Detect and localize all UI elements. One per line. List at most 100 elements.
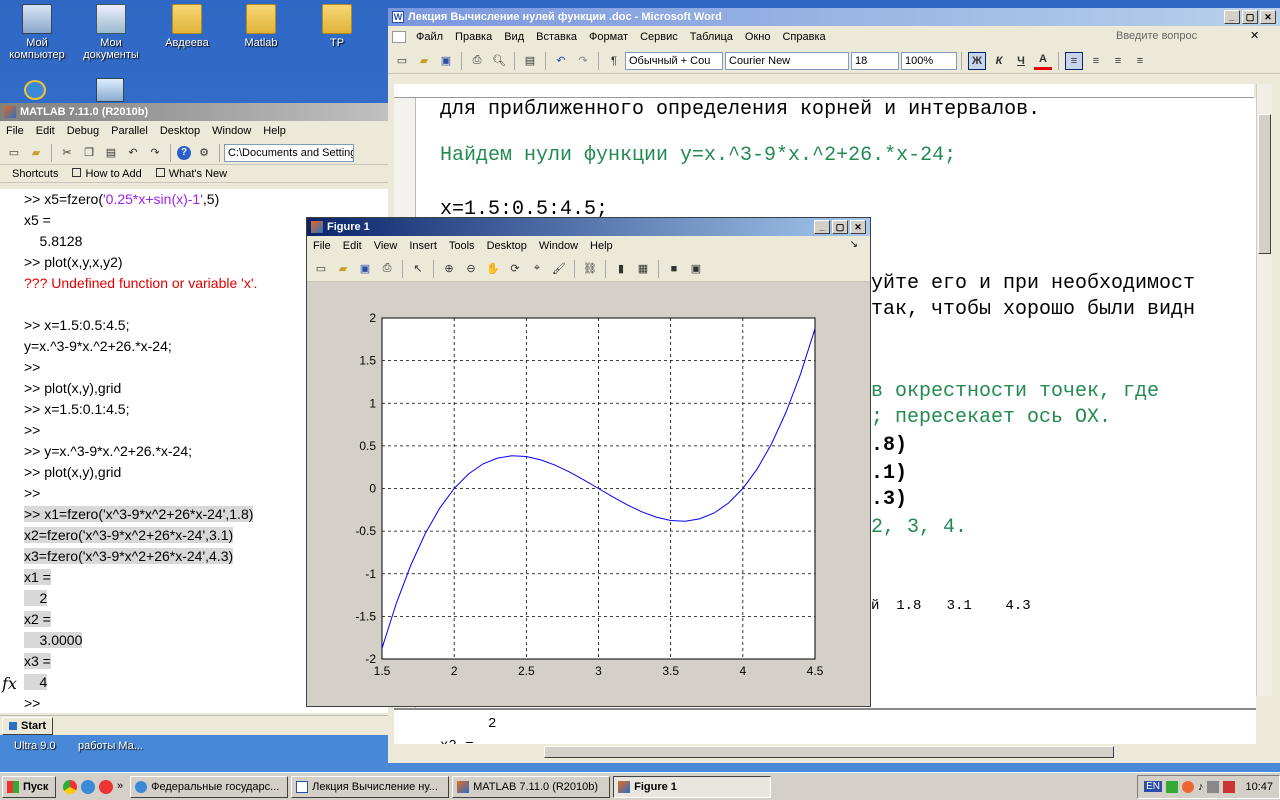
zoom-out-icon[interactable]: ⊖ bbox=[462, 260, 480, 278]
task-figure[interactable]: Figure 1 bbox=[613, 775, 772, 798]
font-size-select[interactable]: 18 bbox=[851, 51, 899, 70]
scrollbar-thumb[interactable] bbox=[1258, 114, 1271, 254]
open-folder-icon[interactable]: ▰ bbox=[27, 144, 45, 162]
bold-button[interactable]: Ж bbox=[968, 51, 986, 70]
figure-titlebar[interactable]: Figure 1 _ ▢ ✕ bbox=[307, 218, 870, 236]
undo-icon[interactable]: ↶ bbox=[124, 144, 142, 162]
clock[interactable]: 10:47 bbox=[1245, 781, 1273, 793]
justify-icon[interactable]: ≡ bbox=[1131, 52, 1149, 70]
word-menu-table[interactable]: Таблица bbox=[684, 31, 739, 43]
undo-icon[interactable]: ↶ bbox=[552, 52, 570, 70]
word-menu-tools[interactable]: Сервис bbox=[634, 31, 684, 43]
matlab-menu-help[interactable]: Help bbox=[257, 125, 292, 137]
print-figure-icon[interactable]: ⎙ bbox=[378, 260, 396, 278]
vertical-scrollbar[interactable] bbox=[1256, 84, 1272, 696]
edit-plot-icon[interactable]: ↖ bbox=[409, 260, 427, 278]
fig-menu-edit[interactable]: Edit bbox=[337, 240, 368, 252]
cut-icon[interactable]: ✂ bbox=[58, 144, 76, 162]
matlab-menu-window[interactable]: Window bbox=[206, 125, 257, 137]
shortcut-whats-new[interactable]: What's New bbox=[155, 167, 227, 180]
maximize-button[interactable]: ▢ bbox=[832, 220, 848, 234]
open-file-icon[interactable]: ▰ bbox=[334, 260, 352, 278]
desktop-icon-matlab[interactable]: Matlab bbox=[226, 4, 296, 49]
matlab-start-button[interactable]: Start bbox=[2, 716, 54, 735]
tray-network-icon[interactable] bbox=[1165, 780, 1178, 793]
tray-volume-icon[interactable]: ♪ bbox=[1198, 781, 1204, 793]
pan-icon[interactable]: ✋ bbox=[484, 260, 502, 278]
desktop-icon-avdeeva[interactable]: Авдеева bbox=[152, 4, 222, 49]
align-right-icon[interactable]: ≡ bbox=[1109, 52, 1127, 70]
task-matlab[interactable]: MATLAB 7.11.0 (R2010b) bbox=[452, 775, 611, 798]
tray-shield-icon[interactable] bbox=[1223, 780, 1236, 793]
desktop-icon-my-documents[interactable]: Мои документы bbox=[76, 4, 146, 61]
word-menu-view[interactable]: Вид bbox=[498, 31, 530, 43]
style-select[interactable]: Обычный + Cou bbox=[625, 51, 723, 70]
word-menu-edit[interactable]: Правка bbox=[449, 31, 498, 43]
align-left-icon[interactable]: ≡ bbox=[1065, 51, 1083, 70]
language-indicator[interactable]: EN bbox=[1144, 781, 1162, 792]
help-icon[interactable]: ? bbox=[177, 145, 191, 160]
close-button[interactable]: ✕ bbox=[850, 220, 866, 234]
dock-icon[interactable]: ↘ bbox=[844, 239, 864, 250]
copy-icon[interactable]: ❐ bbox=[80, 144, 98, 162]
redo-icon[interactable]: ↷ bbox=[146, 144, 164, 162]
simulink-icon[interactable]: ⚙ bbox=[195, 144, 213, 162]
show-plot-tools-icon[interactable]: ▣ bbox=[687, 260, 705, 278]
align-center-icon[interactable]: ≡ bbox=[1087, 52, 1105, 70]
font-color-icon[interactable]: A bbox=[1034, 52, 1052, 70]
ie-quick-icon[interactable] bbox=[81, 779, 95, 794]
link-plot-icon[interactable]: ⛓ bbox=[581, 260, 599, 278]
task-browser[interactable]: Федеральные государс... bbox=[130, 775, 289, 798]
matlab-menu-debug[interactable]: Debug bbox=[61, 125, 105, 137]
italic-button[interactable]: К bbox=[990, 52, 1008, 70]
more-chevron-icon[interactable]: » bbox=[117, 780, 123, 794]
legend-icon[interactable]: ▦ bbox=[634, 260, 652, 278]
scrollbar-thumb[interactable] bbox=[544, 746, 1114, 758]
fig-menu-help[interactable]: Help bbox=[584, 240, 619, 252]
help-question-input[interactable]: Введите вопрос bbox=[1110, 30, 1203, 42]
horizontal-scrollbar[interactable] bbox=[394, 744, 1256, 760]
task-word[interactable]: Лекция Вычисление ну... bbox=[291, 775, 450, 798]
paste-icon[interactable]: ▤ bbox=[521, 52, 539, 70]
current-folder-field[interactable]: C:\Documents and Setting bbox=[224, 143, 354, 162]
underline-button[interactable]: Ч bbox=[1012, 52, 1030, 70]
close-doc-icon[interactable]: ✕ bbox=[1244, 29, 1265, 42]
redo-icon[interactable]: ↷ bbox=[574, 52, 592, 70]
new-file-icon[interactable]: ▭ bbox=[5, 144, 23, 162]
hide-plot-tools-icon[interactable]: ■ bbox=[665, 260, 683, 278]
paste-icon[interactable]: ▤ bbox=[102, 144, 120, 162]
opera-icon[interactable] bbox=[99, 779, 113, 794]
tray-antivirus-icon[interactable] bbox=[1181, 780, 1194, 793]
word-menu-insert[interactable]: Вставка bbox=[530, 31, 583, 43]
shortcut-how-to-add[interactable]: How to Add bbox=[72, 167, 142, 180]
minimize-button[interactable]: _ bbox=[814, 220, 830, 234]
ie-icon[interactable] bbox=[24, 80, 50, 102]
shortcuts-label[interactable]: Shortcuts bbox=[12, 168, 58, 180]
paragraph-icon[interactable]: ¶ bbox=[605, 52, 623, 70]
rotate-icon[interactable]: ⟳ bbox=[506, 260, 524, 278]
font-select[interactable]: Courier New bbox=[725, 51, 849, 70]
fig-menu-desktop[interactable]: Desktop bbox=[481, 240, 533, 252]
horizontal-ruler[interactable] bbox=[394, 84, 1254, 98]
plot-area[interactable]: 1.5 2 2.5 3 3.5 4 4.5 2 1.5 1 0.5 0 -0.5 -1 -1.5 -2 bbox=[307, 284, 870, 704]
desktop-icon-my-computer[interactable]: Мой компьютер bbox=[2, 4, 72, 61]
close-button[interactable]: ✕ bbox=[1260, 10, 1276, 24]
start-button[interactable]: Пуск bbox=[2, 775, 56, 798]
word-menu-window[interactable]: Окно bbox=[739, 31, 777, 43]
tray-app-icon[interactable] bbox=[1207, 780, 1220, 793]
matlab-menu-edit[interactable]: Edit bbox=[30, 125, 61, 137]
colorbar-icon[interactable]: ▮ bbox=[612, 260, 630, 278]
word-titlebar[interactable]: W Лекция Вычисление нулей функции .doc -… bbox=[388, 8, 1280, 26]
data-cursor-icon[interactable]: ⌖ bbox=[528, 260, 546, 278]
lower-pane[interactable]: 2 x2 = bbox=[394, 708, 1256, 754]
print-icon[interactable]: ⎙ bbox=[468, 52, 486, 70]
fig-menu-window[interactable]: Window bbox=[533, 240, 584, 252]
save-icon[interactable]: ▣ bbox=[437, 52, 455, 70]
minimize-button[interactable]: _ bbox=[1224, 10, 1240, 24]
network-icon[interactable] bbox=[96, 78, 124, 102]
matlab-menu-file[interactable]: File bbox=[0, 125, 30, 137]
brush-icon[interactable]: 🖌︎ bbox=[550, 260, 568, 278]
fig-menu-insert[interactable]: Insert bbox=[403, 240, 443, 252]
open-icon[interactable]: ▰ bbox=[415, 52, 433, 70]
word-menu-file[interactable]: Файл bbox=[410, 31, 449, 43]
